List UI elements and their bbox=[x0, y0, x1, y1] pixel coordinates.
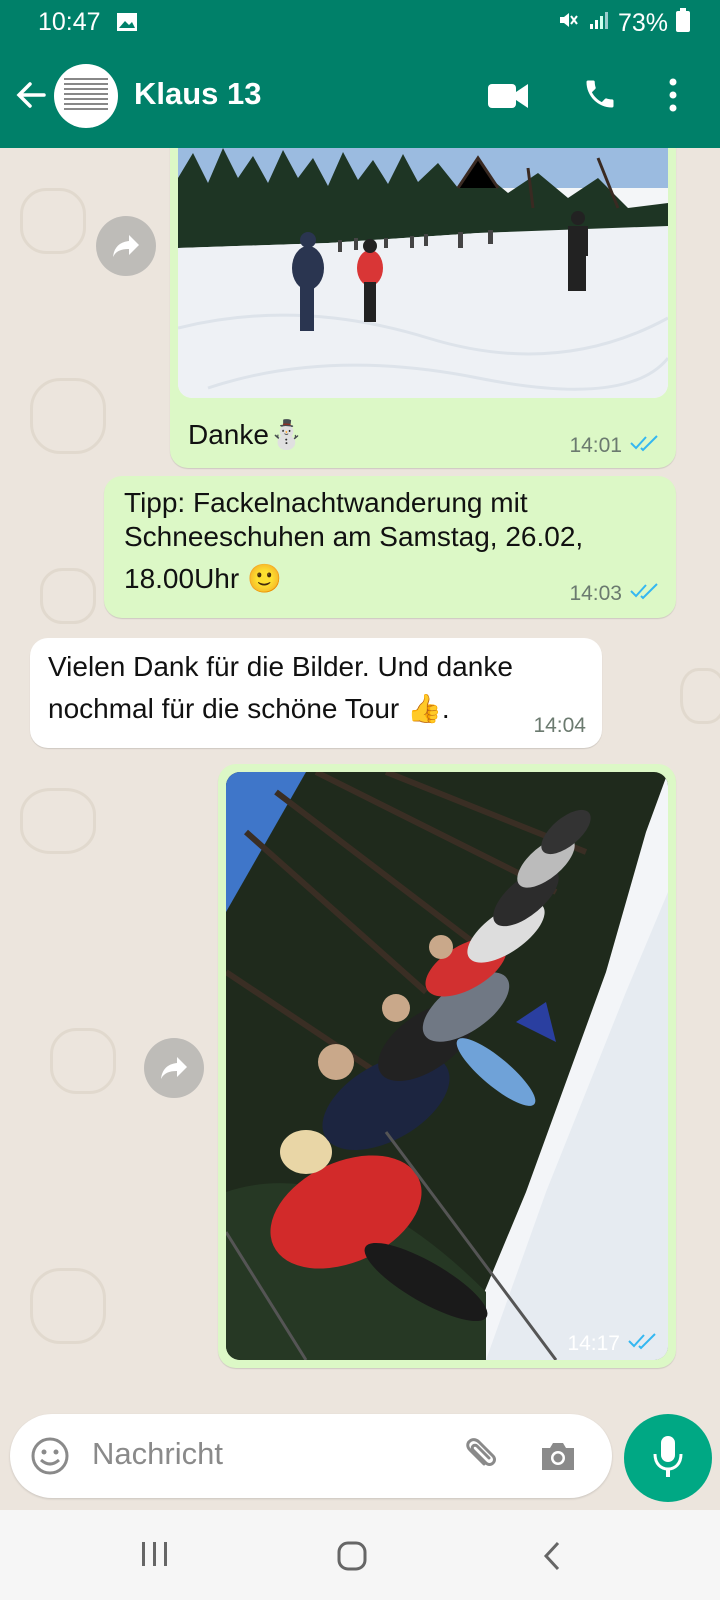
mute-icon bbox=[556, 8, 580, 39]
message-time: 14:01 bbox=[569, 434, 622, 457]
contact-name[interactable]: Klaus 13 bbox=[134, 76, 262, 112]
message-time: 14:04 bbox=[533, 714, 586, 737]
snow-hike-photo[interactable] bbox=[178, 148, 668, 398]
battery-icon bbox=[676, 8, 690, 39]
phone-icon[interactable] bbox=[582, 76, 618, 117]
chat-header: Klaus 13 bbox=[0, 46, 720, 148]
camera-icon[interactable] bbox=[538, 1436, 578, 1481]
forward-icon bbox=[161, 1057, 187, 1079]
chat-area[interactable]: Danke⛄ 14:01 Tipp: Fackelnachtwanderung … bbox=[0, 148, 720, 1404]
double-check-icon bbox=[628, 1332, 658, 1356]
avatar[interactable] bbox=[54, 64, 118, 128]
video-call-icon[interactable] bbox=[488, 82, 528, 115]
more-icon[interactable] bbox=[668, 78, 678, 117]
gallery-icon bbox=[116, 12, 138, 37]
message-text-line2: Schneeschuhen am Samstag, 26.02, bbox=[124, 521, 584, 552]
message-time: 14:03 bbox=[569, 582, 622, 605]
message-time: 14:17 bbox=[567, 1332, 620, 1355]
status-time: 10:47 bbox=[38, 8, 101, 36]
recents-icon[interactable] bbox=[140, 1540, 170, 1573]
forward-icon bbox=[113, 235, 139, 257]
mic-button[interactable] bbox=[624, 1414, 712, 1502]
mic-icon bbox=[652, 1434, 684, 1483]
attach-icon[interactable] bbox=[458, 1436, 498, 1481]
group-photo[interactable] bbox=[226, 772, 668, 1360]
nav-back-icon[interactable] bbox=[540, 1540, 564, 1577]
forward-button[interactable] bbox=[96, 216, 156, 276]
message-meta: 14:03 bbox=[569, 582, 660, 606]
emoji-icon[interactable] bbox=[30, 1436, 70, 1481]
message-bubble-photo-4[interactable]: 14:17 bbox=[218, 764, 676, 1368]
message-text-line3: 18.00Uhr 🙂 bbox=[124, 563, 282, 594]
forward-button[interactable] bbox=[144, 1038, 204, 1098]
message-bubble-incoming-3[interactable]: Vielen Dank für die Bilder. Und danke no… bbox=[30, 638, 602, 748]
message-caption: Danke⛄ bbox=[188, 419, 304, 450]
battery-level: 73% bbox=[617, 9, 668, 37]
double-check-icon bbox=[630, 434, 660, 458]
message-input-bar: Nachricht bbox=[10, 1414, 612, 1498]
double-check-icon bbox=[630, 582, 660, 606]
signal-icon bbox=[588, 9, 610, 38]
message-meta: 14:04 bbox=[533, 714, 586, 738]
status-bar: 10:47 73% bbox=[0, 0, 720, 46]
message-meta: 14:17 bbox=[567, 1332, 658, 1356]
message-text-line2: nochmal für die schöne Tour 👍. bbox=[48, 693, 450, 724]
back-arrow-icon[interactable] bbox=[14, 78, 48, 117]
home-icon[interactable] bbox=[336, 1540, 368, 1577]
message-text-line1: Vielen Dank für die Bilder. Und danke bbox=[48, 651, 513, 682]
message-meta: 14:01 bbox=[569, 434, 660, 458]
message-bubble-photo-1[interactable]: Danke⛄ 14:01 bbox=[170, 148, 676, 468]
system-nav-bar bbox=[0, 1510, 720, 1600]
message-input[interactable]: Nachricht bbox=[92, 1436, 223, 1472]
message-bubble-text-2[interactable]: Tipp: Fackelnachtwanderung mit Schneesch… bbox=[104, 476, 676, 618]
